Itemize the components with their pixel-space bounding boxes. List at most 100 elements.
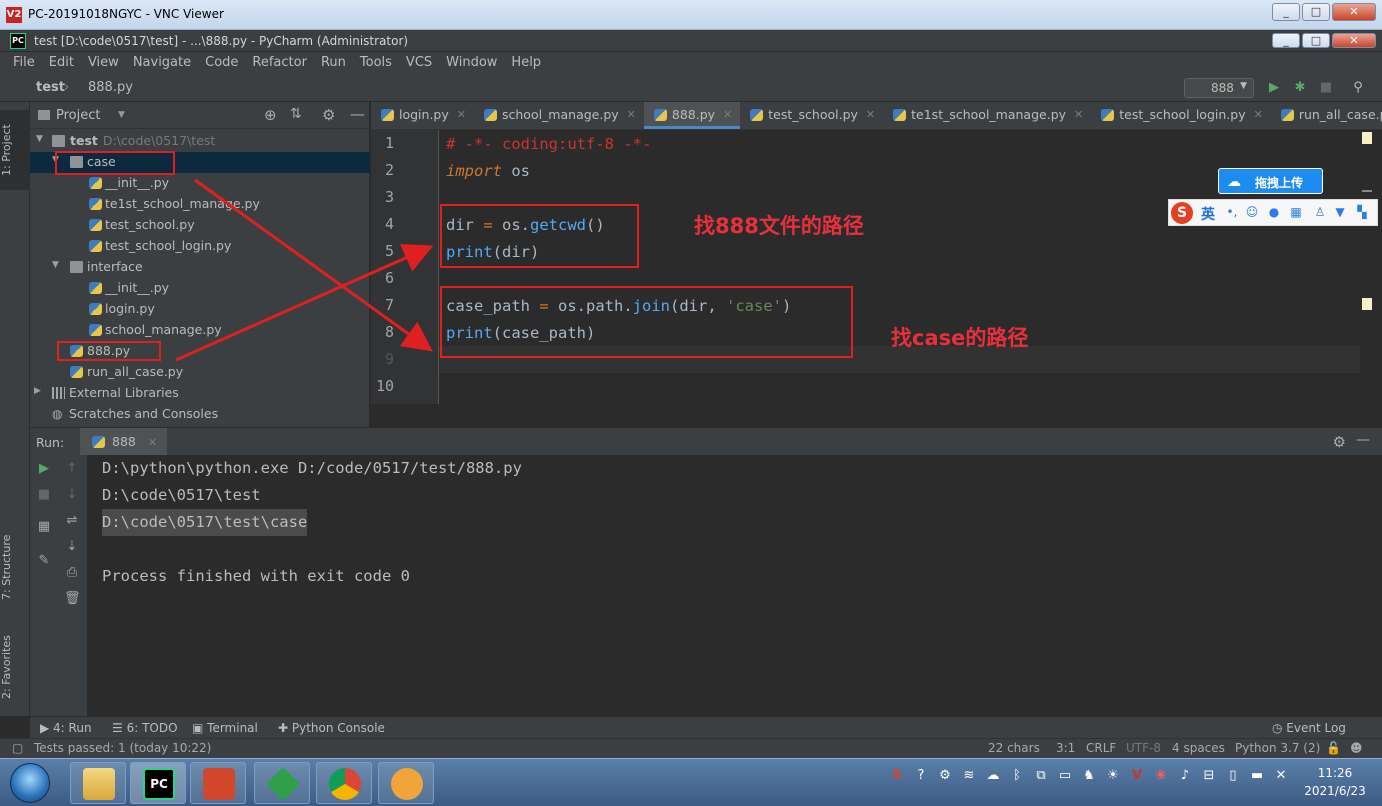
hide-panel-icon[interactable]: — — [350, 105, 365, 123]
toolbox-icon[interactable]: ▚ — [1355, 205, 1369, 219]
pycharm-maximize-button[interactable]: □ — [1302, 33, 1330, 48]
tab-login[interactable]: login.py ✕ — [371, 102, 474, 129]
tree-folder-interface[interactable]: ▼ interface — [30, 257, 370, 278]
locate-icon[interactable]: ⊕ — [264, 106, 277, 124]
tool-tab-terminal[interactable]: ▣ Terminal — [192, 721, 258, 735]
structure-tool-tab[interactable]: 7: Structure — [0, 522, 30, 612]
run-console-output[interactable]: D:\python\python.exe D:/code/0517/test/8… — [88, 455, 1382, 716]
tab-888[interactable]: 888.py ✕ — [643, 102, 741, 129]
vnc-maximize-button[interactable]: □ — [1302, 3, 1330, 21]
user-icon[interactable]: ♙ — [1313, 205, 1327, 219]
tool-tab-event-log[interactable]: ◷ Event Log — [1272, 721, 1346, 735]
tool-tab-todo[interactable]: ☰ 6: TODO — [112, 721, 178, 735]
vnc-tray-icon[interactable]: V — [1128, 767, 1146, 785]
scroll-to-end-icon[interactable]: ⇣ — [64, 539, 80, 555]
project-tool-tab[interactable]: 1: Project — [0, 110, 30, 190]
print-icon[interactable]: ⎙ — [64, 565, 80, 581]
layout-icon[interactable]: ▦ — [36, 519, 52, 535]
tree-external-libraries[interactable]: ▶ External Libraries — [30, 383, 370, 404]
wifi-icon[interactable]: ≋ — [960, 767, 978, 785]
menu-window[interactable]: Window — [439, 52, 504, 74]
run-icon[interactable]: ▶ — [1266, 80, 1282, 96]
taskbar-clock[interactable]: 11:26 2021/6/23 — [1296, 764, 1374, 800]
copy-tray-icon[interactable]: ⧉ — [1032, 767, 1050, 785]
line-separator[interactable]: CRLF — [1086, 741, 1116, 755]
display-tray-icon[interactable]: ▭ — [1056, 767, 1074, 785]
menu-file[interactable]: File — [6, 52, 42, 74]
taskbar-pycharm[interactable]: PC — [130, 762, 186, 804]
run-configuration-select[interactable]: 888 ▼ — [1184, 78, 1254, 98]
tab-te1st-school-manage[interactable]: te1st_school_manage.py ✕ — [883, 102, 1091, 129]
microphone-icon[interactable]: ● — [1267, 205, 1281, 219]
expand-arrow-icon[interactable]: ▶ — [34, 386, 41, 396]
rerun-icon[interactable]: ▶ — [36, 461, 52, 477]
indent-setting[interactable]: 4 spaces — [1172, 741, 1225, 755]
down-arrow-icon[interactable]: ↓ — [64, 487, 80, 503]
tree-file-case-init[interactable]: __init__.py — [30, 173, 370, 194]
emoji-icon[interactable]: ☺ — [1245, 205, 1259, 219]
menu-code[interactable]: Code — [198, 52, 245, 74]
close-tab-icon[interactable]: ✕ — [457, 108, 466, 129]
up-arrow-icon[interactable]: ↑ — [64, 461, 80, 477]
pycharm-close-button[interactable]: ✕ — [1332, 33, 1376, 48]
keyboard-icon[interactable]: ▦ — [1289, 205, 1303, 219]
stop-icon[interactable]: ■ — [1318, 80, 1334, 96]
menu-help[interactable]: Help — [504, 52, 548, 74]
close-tab-icon[interactable]: ✕ — [866, 108, 875, 129]
tab-school-manage[interactable]: school_manage.py ✕ — [474, 102, 644, 129]
cloud-tray-icon[interactable]: ☁ — [984, 767, 1002, 785]
app-tray-icon[interactable]: ❀ — [1152, 767, 1170, 785]
soft-wrap-icon[interactable]: ⇌ — [64, 513, 80, 529]
tree-scratches[interactable]: ◍ Scratches and Consoles — [30, 404, 370, 425]
vnc-minimize-button[interactable]: _ — [1272, 3, 1300, 21]
expand-arrow-icon[interactable]: ▼ — [36, 134, 43, 144]
menu-view[interactable]: View — [81, 52, 126, 74]
close-tab-icon[interactable]: ✕ — [723, 108, 732, 126]
marker-stripe[interactable] — [1362, 132, 1372, 144]
help-tray-icon[interactable]: ? — [912, 767, 930, 785]
sogou-tray-icon[interactable]: S — [888, 767, 906, 785]
network-icon[interactable]: ⊟ — [1200, 767, 1218, 785]
sogou-logo-icon[interactable]: S — [1171, 202, 1193, 224]
punctuation-icon[interactable]: •, — [1225, 205, 1239, 219]
collapse-all-icon[interactable]: ⇅ — [290, 106, 302, 122]
taskbar-app-f[interactable] — [254, 762, 310, 804]
drag-upload-button[interactable]: ☁ 拖拽上传 — [1218, 168, 1323, 194]
bluetooth-icon[interactable]: ᛒ — [1008, 767, 1026, 785]
taskbar-chrome[interactable] — [316, 762, 372, 804]
gear-icon[interactable]: ⚙ — [322, 106, 335, 124]
menu-refactor[interactable]: Refactor — [245, 52, 314, 74]
tool-tab-python-console[interactable]: ✚ Python Console — [278, 721, 385, 735]
tab-test-school-login[interactable]: test_school_login.py ✕ — [1091, 102, 1271, 129]
taskbar-recorder[interactable] — [190, 762, 246, 804]
menu-tools[interactable]: Tools — [353, 52, 399, 74]
breadcrumb-file[interactable]: 888.py — [88, 80, 133, 95]
menu-navigate[interactable]: Navigate — [126, 52, 198, 74]
menu-vcs[interactable]: VCS — [399, 52, 439, 74]
favorites-tool-tab[interactable]: 2: Favorites — [0, 622, 30, 712]
phone-icon[interactable]: ▯ — [1224, 767, 1242, 785]
gear-icon[interactable]: ⚙ — [1333, 433, 1346, 451]
vnc-close-button[interactable]: ✕ — [1332, 3, 1376, 21]
tree-root-test[interactable]: ▼ test D:\code\0517\test — [30, 131, 370, 152]
taskbar-explorer[interactable] — [70, 762, 126, 804]
layout-toggle-icon[interactable]: ▢ — [12, 741, 23, 755]
mute-icon[interactable]: ✕ — [1272, 767, 1290, 785]
close-tab-icon[interactable]: ✕ — [627, 108, 636, 129]
tests-status[interactable]: Tests passed: 1 (today 10:22) — [34, 741, 211, 755]
tab-test-school[interactable]: test_school.py ✕ — [740, 102, 883, 129]
close-tab-icon[interactable]: ✕ — [148, 436, 157, 449]
tree-file-test-school-login[interactable]: test_school_login.py — [30, 236, 370, 257]
python-interpreter[interactable]: Python 3.7 (2) — [1235, 741, 1320, 755]
lock-icon[interactable]: 🔓 — [1326, 741, 1341, 755]
search-everywhere-icon[interactable]: ⚲ — [1350, 80, 1366, 96]
stop-icon[interactable]: ■ — [36, 487, 52, 503]
tree-file-school-manage[interactable]: school_manage.py — [30, 320, 370, 341]
tree-file-te1st-school-manage[interactable]: te1st_school_manage.py — [30, 194, 370, 215]
hide-panel-icon[interactable]: — — [1356, 432, 1370, 448]
trash-icon[interactable]: 🗑 — [64, 591, 81, 607]
volume-icon[interactable]: ♪ — [1176, 767, 1194, 785]
weather-icon[interactable]: ☀ — [1104, 767, 1122, 785]
expand-arrow-icon[interactable]: ▼ — [52, 260, 59, 270]
caret-position[interactable]: 3:1 — [1056, 741, 1075, 755]
